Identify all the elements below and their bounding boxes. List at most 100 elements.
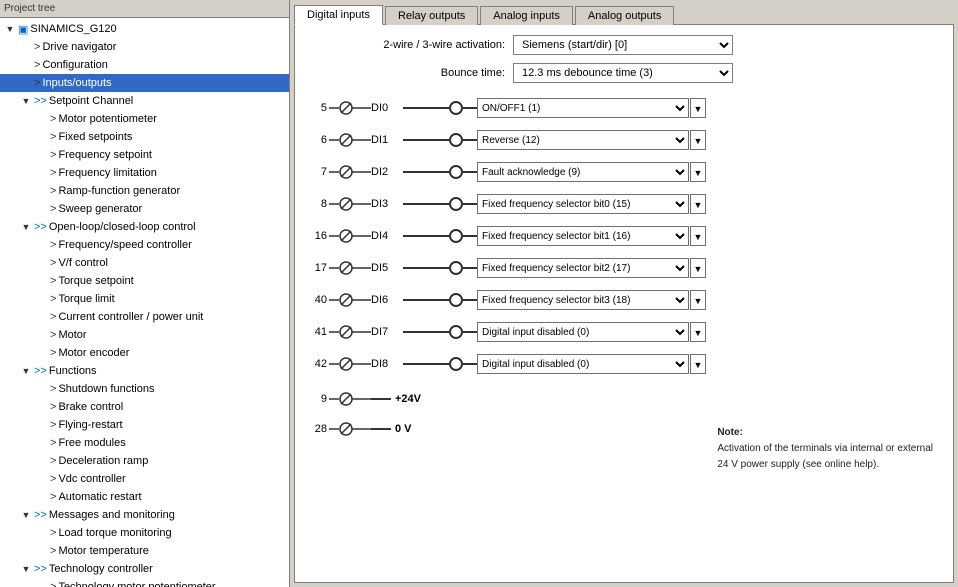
tree-label-brake-ctrl: Brake control (58, 401, 123, 413)
power-pin-num-28: 28 (305, 423, 329, 435)
leaf-icon-motor-encoder: > (50, 347, 56, 359)
tree-item-freq-limit[interactable]: >Frequency limitation (0, 164, 289, 182)
tree-label-tech-ctrl: Technology controller (49, 563, 153, 575)
tree-item-inputs-outputs[interactable]: >Inputs/outputs (0, 74, 289, 92)
tree-item-load-torque[interactable]: >Load torque monitoring (0, 524, 289, 542)
node-circle-di5 (449, 261, 463, 275)
tree-item-free-modules[interactable]: >Free modules (0, 434, 289, 452)
bounce-time-label: Bounce time: (305, 67, 505, 79)
tree-item-freq-setpoint[interactable]: >Frequency setpoint (0, 146, 289, 164)
node-circle-di1 (449, 133, 463, 147)
di-function-select-di1[interactable]: Reverse (12) (477, 130, 689, 150)
di-dropdown-btn-di0[interactable]: ▼ (690, 98, 706, 118)
leaf-icon-load-torque: > (50, 527, 56, 539)
di-dropdown-btn-di4[interactable]: ▼ (690, 226, 706, 246)
tree-item-motor[interactable]: >Motor (0, 326, 289, 344)
tree-item-vdc-ctrl[interactable]: >Vdc controller (0, 470, 289, 488)
power-row-9: 9 +24V (305, 385, 943, 413)
di-function-select-di0[interactable]: ON/OFF1 (1) (477, 98, 689, 118)
power-label-9: +24V (395, 393, 421, 405)
pin-num-di3: 8 (305, 198, 329, 210)
tree-item-messages[interactable]: ▼>>Messages and monitoring (0, 506, 289, 524)
node-circle-di3 (449, 197, 463, 211)
di-dropdown-btn-di6[interactable]: ▼ (690, 290, 706, 310)
tree-container[interactable]: ▼▣SINAMICS_G120>Drive navigator>Configur… (0, 18, 289, 587)
tree-item-current-ctrl[interactable]: >Current controller / power unit (0, 308, 289, 326)
di-function-select-di3[interactable]: Fixed frequency selector bit0 (15) (477, 194, 689, 214)
tree-item-sinamics[interactable]: ▼▣SINAMICS_G120 (0, 20, 289, 38)
expand-icon-setpoint[interactable]: ▼ (18, 96, 34, 106)
tree-label-vf-control: V/f control (58, 257, 108, 269)
tree-item-ramp-func[interactable]: >Ramp-function generator (0, 182, 289, 200)
tree-item-decel-ramp[interactable]: >Deceleration ramp (0, 452, 289, 470)
di-function-select-di8[interactable]: Digital input disabled (0) (477, 354, 689, 374)
group-icon-setpoint: >> (34, 95, 47, 107)
tree-label-tech-motor-pot: Technology motor potentiometer (58, 581, 215, 587)
tree-item-sweep-gen[interactable]: >Sweep generator (0, 200, 289, 218)
leaf-icon-motor: > (50, 329, 56, 341)
tree-label-sinamics: SINAMICS_G120 (30, 23, 116, 35)
di-function-select-di5[interactable]: Fixed frequency selector bit2 (17) (477, 258, 689, 278)
di-label-di0: DI0 (371, 102, 403, 114)
contact-symbol-di8 (329, 352, 371, 376)
tree-item-vf-control[interactable]: >V/f control (0, 254, 289, 272)
tree-item-torque-limit[interactable]: >Torque limit (0, 290, 289, 308)
expand-icon-messages[interactable]: ▼ (18, 510, 34, 520)
tree-item-motor-temp[interactable]: >Motor temperature (0, 542, 289, 560)
leaf-icon-motor-pot: > (50, 113, 56, 125)
tree-item-setpoint[interactable]: ▼>>Setpoint Channel (0, 92, 289, 110)
tree-item-auto-restart[interactable]: >Automatic restart (0, 488, 289, 506)
tree-item-config[interactable]: >Configuration (0, 56, 289, 74)
di-row-di0: 5 DI0 ON/OFF1 (1) ▼ (305, 93, 943, 123)
di-function-select-di2[interactable]: Fault acknowledge (9) (477, 162, 689, 182)
tree-label-motor: Motor (58, 329, 86, 341)
di-function-select-di6[interactable]: Fixed frequency selector bit3 (18) (477, 290, 689, 310)
wire-left-di6 (403, 299, 449, 301)
tree-item-fixed-setpoints[interactable]: >Fixed setpoints (0, 128, 289, 146)
leaf-icon-motor-temp: > (50, 545, 56, 557)
tree-item-open-loop[interactable]: ▼>>Open-loop/closed-loop control (0, 218, 289, 236)
tab-digital-inputs[interactable]: Digital inputs (294, 5, 383, 25)
tree-item-drive-nav[interactable]: >Drive navigator (0, 38, 289, 56)
leaf-icon-torque-setpoint: > (50, 275, 56, 287)
di-dropdown-btn-di7[interactable]: ▼ (690, 322, 706, 342)
tab-analog-inputs[interactable]: Analog inputs (480, 6, 573, 25)
bounce-time-select[interactable]: 12.3 ms debounce time (3) (513, 63, 733, 83)
di-function-select-di4[interactable]: Fixed frequency selector bit1 (16) (477, 226, 689, 246)
expand-icon-functions[interactable]: ▼ (18, 366, 34, 376)
di-dropdown-btn-di5[interactable]: ▼ (690, 258, 706, 278)
di-label-di4: DI4 (371, 230, 403, 242)
di-dropdown-btn-di3[interactable]: ▼ (690, 194, 706, 214)
tree-item-tech-motor-pot[interactable]: >Technology motor potentiometer (0, 578, 289, 587)
tab-relay-outputs[interactable]: Relay outputs (385, 6, 478, 25)
expand-icon-tech-ctrl[interactable]: ▼ (18, 564, 34, 574)
di-dropdown-btn-di8[interactable]: ▼ (690, 354, 706, 374)
tab-analog-outputs[interactable]: Analog outputs (575, 6, 674, 25)
expand-icon-open-loop[interactable]: ▼ (18, 222, 34, 232)
di-dropdown-btn-di1[interactable]: ▼ (690, 130, 706, 150)
tree-header-label: Project tree (4, 3, 55, 14)
leaf-icon-vdc-ctrl: > (50, 473, 56, 485)
di-label-di8: DI8 (371, 358, 403, 370)
tree-item-torque-setpoint[interactable]: >Torque setpoint (0, 272, 289, 290)
contact-symbol-di4 (329, 224, 371, 248)
tree-item-motor-encoder[interactable]: >Motor encoder (0, 344, 289, 362)
tree-label-shutdown-funcs: Shutdown functions (58, 383, 154, 395)
di-dropdown-btn-di2[interactable]: ▼ (690, 162, 706, 182)
tree-item-brake-ctrl[interactable]: >Brake control (0, 398, 289, 416)
tree-label-freq-limit: Frequency limitation (58, 167, 156, 179)
tree-item-freq-speed[interactable]: >Frequency/speed controller (0, 236, 289, 254)
bounce-time-row: Bounce time: 12.3 ms debounce time (3) (305, 63, 943, 83)
tree-item-shutdown-funcs[interactable]: >Shutdown functions (0, 380, 289, 398)
tree-item-tech-ctrl[interactable]: ▼>>Technology controller (0, 560, 289, 578)
di-function-select-di7[interactable]: Digital input disabled (0) (477, 322, 689, 342)
di-row-di6: 40 DI6 Fixed frequency selector bit3 (18… (305, 285, 943, 315)
leaf-icon-config: > (34, 59, 40, 71)
tree-item-motor-pot[interactable]: >Motor potentiometer (0, 110, 289, 128)
tree-item-flying-restart[interactable]: >Flying-restart (0, 416, 289, 434)
tree-item-functions[interactable]: ▼>>Functions (0, 362, 289, 380)
wire-activation-select[interactable]: Siemens (start/dir) [0] (513, 35, 733, 55)
di-rows-container: 5 DI0 ON/OFF1 (1) ▼ 6 DI1 Reverse (12) (305, 93, 943, 379)
expand-icon-sinamics[interactable]: ▼ (2, 24, 18, 34)
left-panel: Project tree ▼▣SINAMICS_G120>Drive navig… (0, 0, 290, 587)
